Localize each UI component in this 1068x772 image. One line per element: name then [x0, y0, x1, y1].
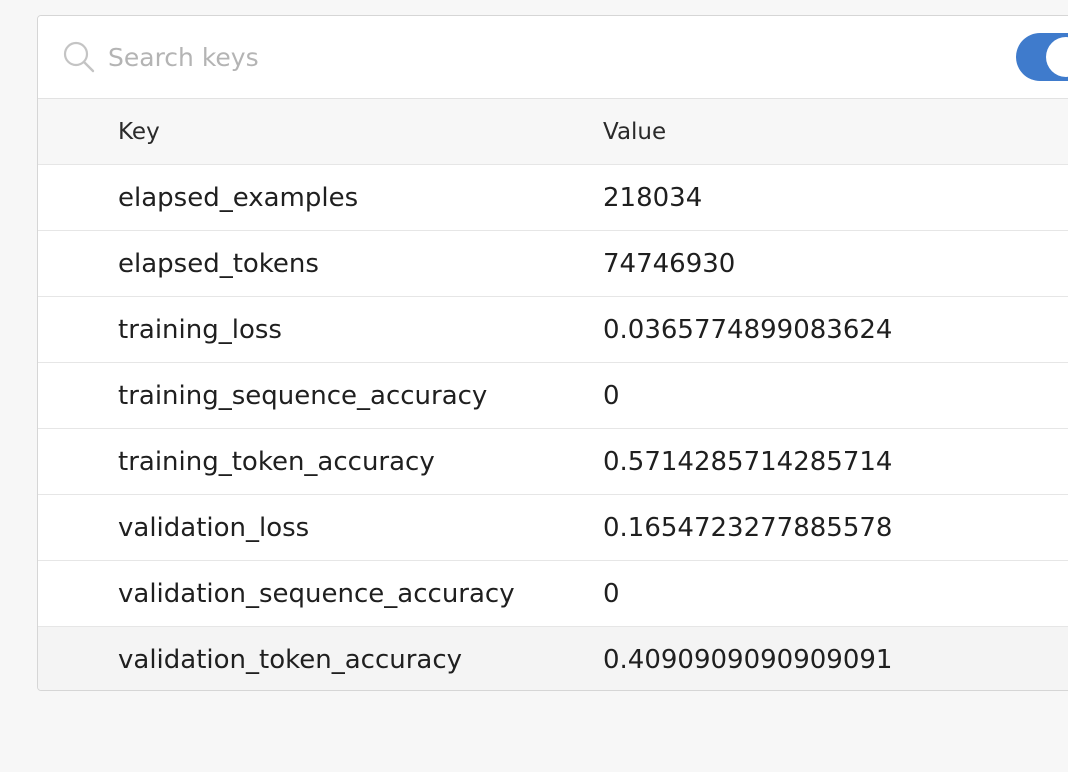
row-value: 0.4090909090909091: [603, 626, 1068, 690]
table-row[interactable]: elapsed_examples 218034: [38, 164, 1068, 231]
row-key: validation_sequence_accuracy: [38, 560, 603, 627]
search-input[interactable]: [108, 36, 808, 78]
column-header-value[interactable]: Value: [603, 99, 1068, 165]
row-value: 218034: [603, 164, 1068, 231]
row-key: training_sequence_accuracy: [38, 362, 603, 429]
table-row[interactable]: validation_sequence_accuracy 0: [38, 560, 1068, 627]
key-value-table: Key Value elapsed_examples 218034 elapse…: [38, 99, 1068, 690]
row-key: validation_token_accuracy: [38, 626, 603, 690]
metrics-panel: Key Value elapsed_examples 218034 elapse…: [37, 15, 1068, 691]
table-row[interactable]: elapsed_tokens 74746930: [38, 230, 1068, 297]
row-key: validation_loss: [38, 494, 603, 561]
row-key: training_token_accuracy: [38, 428, 603, 495]
column-header-key[interactable]: Key: [38, 99, 603, 165]
toggle-knob: [1046, 37, 1068, 77]
row-value: 74746930: [603, 230, 1068, 297]
table-row[interactable]: training_sequence_accuracy 0: [38, 362, 1068, 429]
table-row[interactable]: training_token_accuracy 0.57142857142857…: [38, 428, 1068, 495]
table-row[interactable]: validation_token_accuracy 0.409090909090…: [38, 626, 1068, 690]
search-bar: [38, 16, 1068, 99]
row-key: training_loss: [38, 296, 603, 363]
row-value: 0.1654723277885578: [603, 494, 1068, 561]
row-key: elapsed_examples: [38, 164, 603, 231]
view-toggle[interactable]: [1016, 33, 1068, 81]
table-header-row: Key Value: [38, 99, 1068, 165]
row-value: 0: [603, 362, 1068, 429]
row-value: 0.5714285714285714: [603, 428, 1068, 495]
row-value: 0.0365774899083624: [603, 296, 1068, 363]
row-value: 0: [603, 560, 1068, 627]
table-row[interactable]: training_loss 0.0365774899083624: [38, 296, 1068, 363]
row-key: elapsed_tokens: [38, 230, 603, 297]
search-icon: [62, 40, 96, 74]
table-row[interactable]: validation_loss 0.1654723277885578: [38, 494, 1068, 561]
